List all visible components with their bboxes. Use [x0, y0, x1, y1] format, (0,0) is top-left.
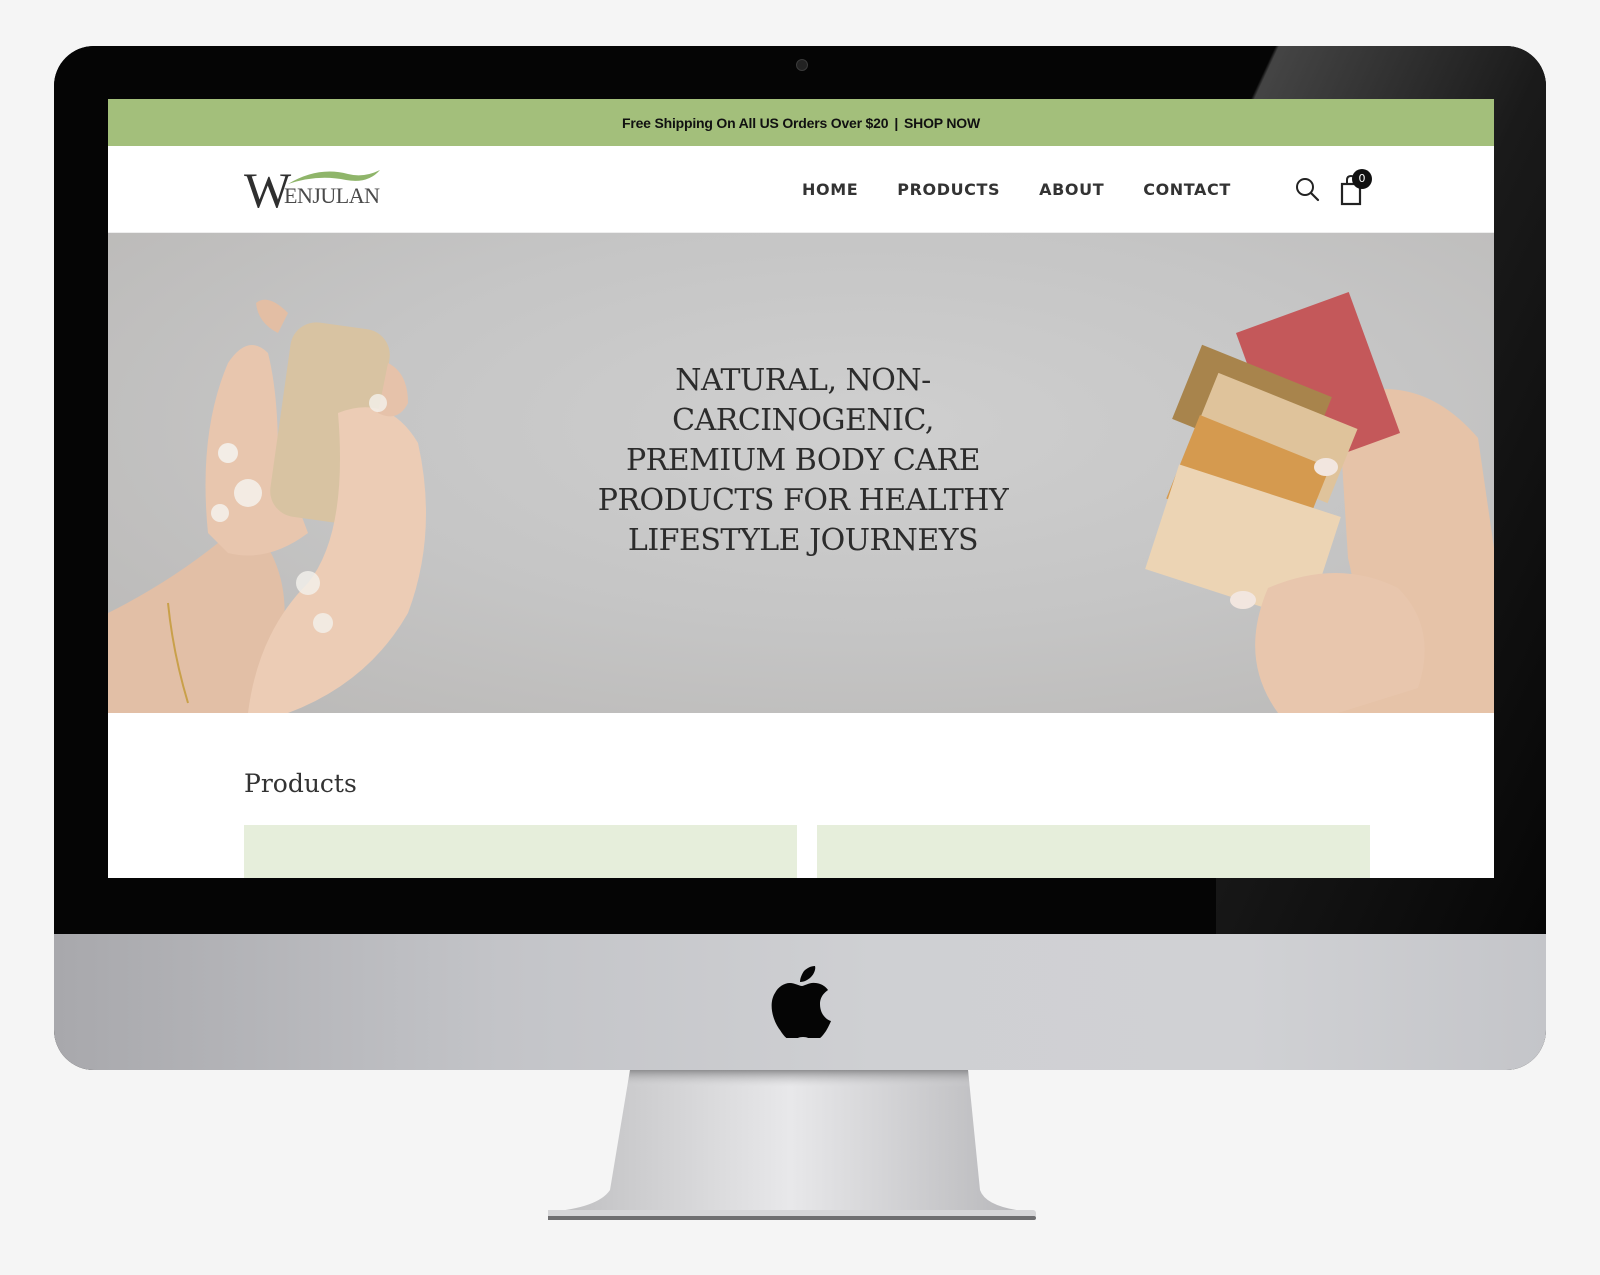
- screen: Free Shipping On All US Orders Over $20 …: [108, 99, 1494, 878]
- nav-contact[interactable]: CONTACT: [1143, 180, 1231, 199]
- apple-logo-icon: [771, 966, 831, 1038]
- nav-products[interactable]: PRODUCTS: [897, 180, 1000, 199]
- site-header: W ENJULAN HOME PRODUCTS ABOUT CONTACT 0: [108, 146, 1494, 233]
- announcement-bar: Free Shipping On All US Orders Over $20 …: [108, 99, 1494, 146]
- announcement-text: Free Shipping On All US Orders Over $20: [622, 114, 889, 131]
- hero-banner: NATURAL, NON-CARCINOGENIC, PREMIUM BODY …: [108, 233, 1494, 713]
- search-icon: [1296, 178, 1320, 202]
- announcement-separator: |: [894, 114, 899, 131]
- product-card[interactable]: [817, 825, 1370, 878]
- main-nav: HOME PRODUCTS ABOUT CONTACT: [802, 146, 1231, 232]
- product-card[interactable]: [244, 825, 797, 878]
- camera-icon: [796, 59, 808, 71]
- cart-count-badge: 0: [1352, 169, 1372, 189]
- cart-button[interactable]: 0: [1340, 169, 1372, 206]
- shop-now-link[interactable]: SHOP NOW: [904, 115, 980, 131]
- hero-title: NATURAL, NON-CARCINOGENIC, PREMIUM BODY …: [597, 363, 1009, 558]
- logo-wordmark: ENJULAN: [284, 183, 380, 208]
- imac-stand: [548, 1070, 1036, 1220]
- nav-home[interactable]: HOME: [802, 180, 858, 199]
- hero-left-hands-image: [108, 299, 426, 713]
- products-heading: Products: [244, 769, 357, 798]
- search-button[interactable]: [1294, 176, 1320, 202]
- hero-right-hands-image: [1145, 292, 1494, 713]
- nav-about[interactable]: ABOUT: [1039, 180, 1104, 199]
- site-logo[interactable]: W ENJULAN: [244, 165, 384, 215]
